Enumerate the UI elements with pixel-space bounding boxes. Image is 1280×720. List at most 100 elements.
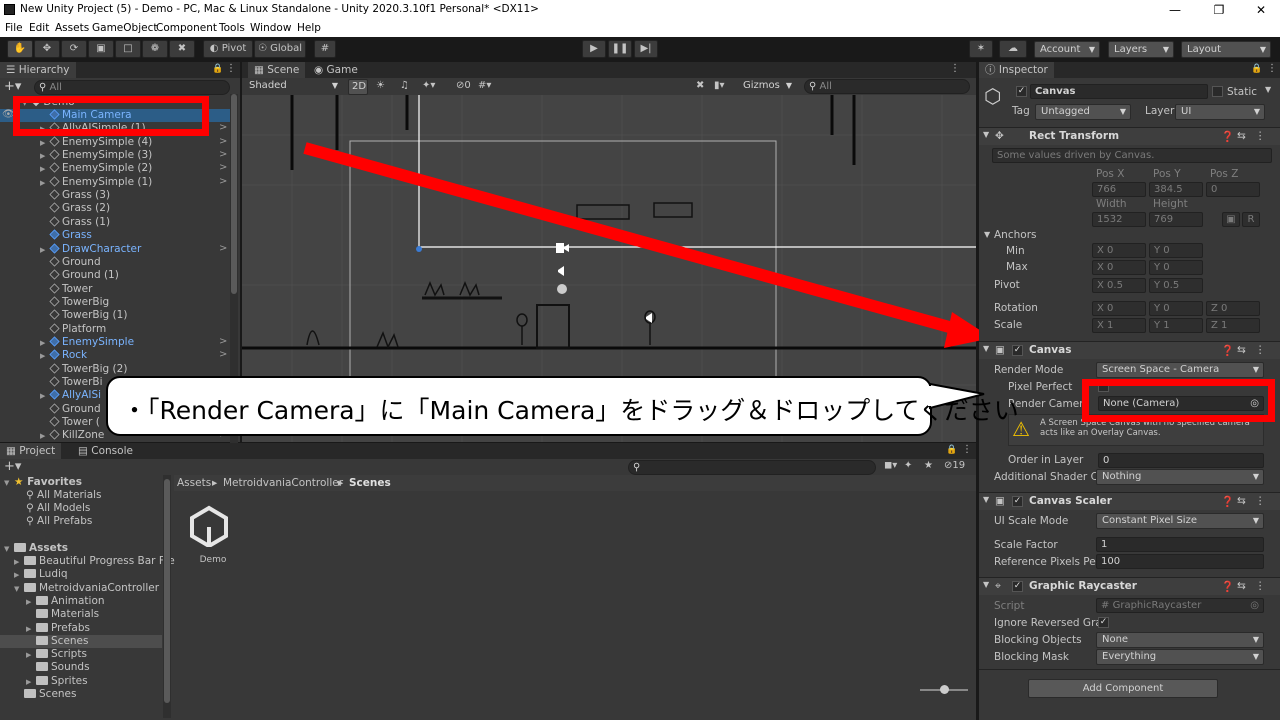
lock-icon[interactable]: 🔒 <box>946 445 957 455</box>
rotation-z-field[interactable]: Z 0 <box>1206 301 1260 316</box>
scale-x-field[interactable]: X 1 <box>1092 318 1146 333</box>
favorite-item[interactable]: ⚲ All Prefabs <box>26 515 92 528</box>
project-search-input[interactable]: ⚲ <box>628 460 876 475</box>
scale-factor-field[interactable]: 1 <box>1096 537 1264 552</box>
height-field[interactable]: 769 <box>1149 212 1203 227</box>
object-picker-icon[interactable]: ◎ <box>1250 599 1259 612</box>
canvas-scaler-header[interactable]: ▼ ▣ ✓ Canvas Scaler ❓ ⇆ ⋮ <box>979 492 1280 510</box>
add-component-button[interactable]: Add Component <box>1028 679 1218 698</box>
lock-icon[interactable]: 🔒 <box>1251 64 1262 74</box>
layer-dropdown[interactable]: UI ▼ <box>1175 104 1265 120</box>
script-field[interactable]: # GraphicRaycaster ◎ <box>1096 598 1264 613</box>
pos-z-field[interactable]: 0 <box>1206 182 1260 197</box>
anchor-min-y-field[interactable]: Y 0 <box>1149 243 1203 258</box>
scene-asset[interactable]: Demo <box>188 505 238 569</box>
expand-arrow-icon[interactable]: ▶ <box>26 596 36 609</box>
rotation-y-field[interactable]: Y 0 <box>1149 301 1203 316</box>
breadcrumb-item[interactable]: Scenes <box>349 477 391 489</box>
favorite-item[interactable]: ⚲ All Materials <box>26 489 102 502</box>
tab-project[interactable]: ▦ Project <box>0 443 62 459</box>
ui-scale-mode-dropdown[interactable]: Constant Pixel Size ▼ <box>1096 513 1264 529</box>
help-icon[interactable]: ❓ <box>1221 130 1234 143</box>
anchor-min-x-field[interactable]: X 0 <box>1092 243 1146 258</box>
component-menu-icon[interactable]: ⋮ <box>1255 580 1266 592</box>
raw-edit-button[interactable]: R <box>1242 212 1260 227</box>
folder-item[interactable]: Scenes <box>14 688 76 701</box>
panel-menu-icon[interactable]: ⋮ <box>1267 63 1277 74</box>
rect-transform-header[interactable]: ▼ ✥ Rect Transform ❓ ⇆ ⋮ <box>979 127 1280 145</box>
ignore-reversed-checkbox[interactable]: ✓ <box>1098 617 1109 628</box>
filter-type-icon[interactable]: ◼▾ <box>884 460 897 471</box>
anchor-max-x-field[interactable]: X 0 <box>1092 260 1146 275</box>
folder-item[interactable]: ▼ MetroidvaniaController <box>14 582 159 595</box>
component-menu-icon[interactable]: ⋮ <box>1255 344 1266 356</box>
active-checkbox[interactable]: ✓ <box>1016 86 1027 97</box>
pivot-y-field[interactable]: Y 0.5 <box>1149 278 1203 293</box>
expand-arrow-icon[interactable]: ▶ <box>26 623 36 636</box>
assets-root-row[interactable]: ▼ Assets <box>4 542 68 555</box>
hidden-packages-icon[interactable]: ⊘19 <box>944 460 965 471</box>
folder-item[interactable]: ▶ Ludiq <box>14 568 68 581</box>
help-icon[interactable]: ❓ <box>1221 344 1234 357</box>
preset-icon[interactable]: ⇆ <box>1237 130 1246 142</box>
static-checkbox[interactable] <box>1212 86 1223 97</box>
help-icon[interactable]: ❓ <box>1221 580 1234 593</box>
preset-icon[interactable]: ⇆ <box>1237 344 1246 356</box>
anchor-max-y-field[interactable]: Y 0 <box>1149 260 1203 275</box>
folder-item[interactable]: ▶ Prefabs <box>26 622 90 635</box>
rotation-x-field[interactable]: X 0 <box>1092 301 1146 316</box>
scale-y-field[interactable]: Y 1 <box>1149 318 1203 333</box>
tab-inspector[interactable]: ⓘ Inspector <box>979 62 1054 78</box>
preset-icon[interactable]: ⇆ <box>1237 580 1246 592</box>
chevron-down-icon[interactable]: ▼ <box>1265 85 1271 94</box>
help-icon[interactable]: ❓ <box>1221 495 1234 508</box>
expand-arrow-icon[interactable]: ▶ <box>14 556 24 569</box>
blocking-mask-dropdown[interactable]: Everything ▼ <box>1096 649 1264 665</box>
scale-z-field[interactable]: Z 1 <box>1206 318 1260 333</box>
pos-x-field[interactable]: 766 <box>1092 182 1146 197</box>
breadcrumb-item[interactable]: Assets <box>177 477 211 489</box>
blueprint-mode-button[interactable]: ▣ <box>1222 212 1240 227</box>
pivot-x-field[interactable]: X 0.5 <box>1092 278 1146 293</box>
component-menu-icon[interactable]: ⋮ <box>1255 130 1266 142</box>
width-field[interactable]: 1532 <box>1092 212 1146 227</box>
favorite-star-icon[interactable]: ★ <box>924 460 933 471</box>
ref-pixels-field[interactable]: 100 <box>1096 554 1264 569</box>
canvas-header[interactable]: ▼ ▣ ✓ Canvas ❓ ⇆ ⋮ <box>979 341 1280 359</box>
folder-item[interactable]: ▶ Animation <box>26 595 105 608</box>
pos-y-field[interactable]: 384.5 <box>1149 182 1203 197</box>
expand-arrow-icon[interactable]: ▼ <box>14 583 24 596</box>
folder-item[interactable]: Sounds <box>26 661 90 674</box>
folder-item[interactable]: Scenes <box>26 635 88 648</box>
tag-dropdown[interactable]: Untagged ▼ <box>1035 104 1131 120</box>
order-in-layer-field[interactable]: 0 <box>1098 453 1264 468</box>
add-asset-icon[interactable]: +▾ <box>4 459 21 474</box>
graphic-raycaster-header[interactable]: ▼ ⌖ ✓ Graphic Raycaster ❓ ⇆ ⋮ <box>979 577 1280 595</box>
scrollbar-thumb[interactable] <box>164 479 170 703</box>
folder-item[interactable]: ▶ Beautiful Progress Bar Fre <box>14 555 175 568</box>
expand-arrow-icon[interactable]: ▶ <box>26 676 36 689</box>
folder-item[interactable]: Materials <box>26 608 99 621</box>
icon-size-slider[interactable] <box>920 685 968 694</box>
blocking-objects-dropdown[interactable]: None ▼ <box>1096 632 1264 648</box>
expand-arrow-icon[interactable]: ▼ <box>984 230 990 239</box>
canvas-enabled-checkbox[interactable]: ✓ <box>1012 345 1023 356</box>
component-menu-icon[interactable]: ⋮ <box>1255 495 1266 507</box>
render-mode-dropdown[interactable]: Screen Space - Camera ▼ <box>1096 362 1264 378</box>
shader-channels-dropdown[interactable]: Nothing ▼ <box>1096 469 1264 485</box>
panel-menu-icon[interactable]: ⋮ <box>962 444 972 455</box>
expand-arrow-icon[interactable]: ▶ <box>14 569 24 582</box>
raycaster-enabled-checkbox[interactable]: ✓ <box>1012 581 1023 592</box>
tab-console[interactable]: ▤ Console <box>72 443 139 459</box>
favorite-item[interactable]: ⚲ All Models <box>26 502 90 515</box>
object-name-field[interactable]: Canvas <box>1030 84 1208 99</box>
favorites-row[interactable]: ▼ ★ Favorites <box>4 476 82 489</box>
folder-item[interactable]: ▶ Sprites <box>26 675 88 688</box>
expand-arrow-icon[interactable]: ▶ <box>26 649 36 662</box>
canvas-scaler-enabled-checkbox[interactable]: ✓ <box>1012 496 1023 507</box>
folder-item[interactable]: ▶ Scripts <box>26 648 87 661</box>
preset-icon[interactable]: ⇆ <box>1237 495 1246 507</box>
filter-label-icon[interactable]: ✦ <box>904 460 912 471</box>
slider-handle[interactable] <box>940 685 949 694</box>
folder-tree-scrollbar[interactable] <box>163 475 171 718</box>
